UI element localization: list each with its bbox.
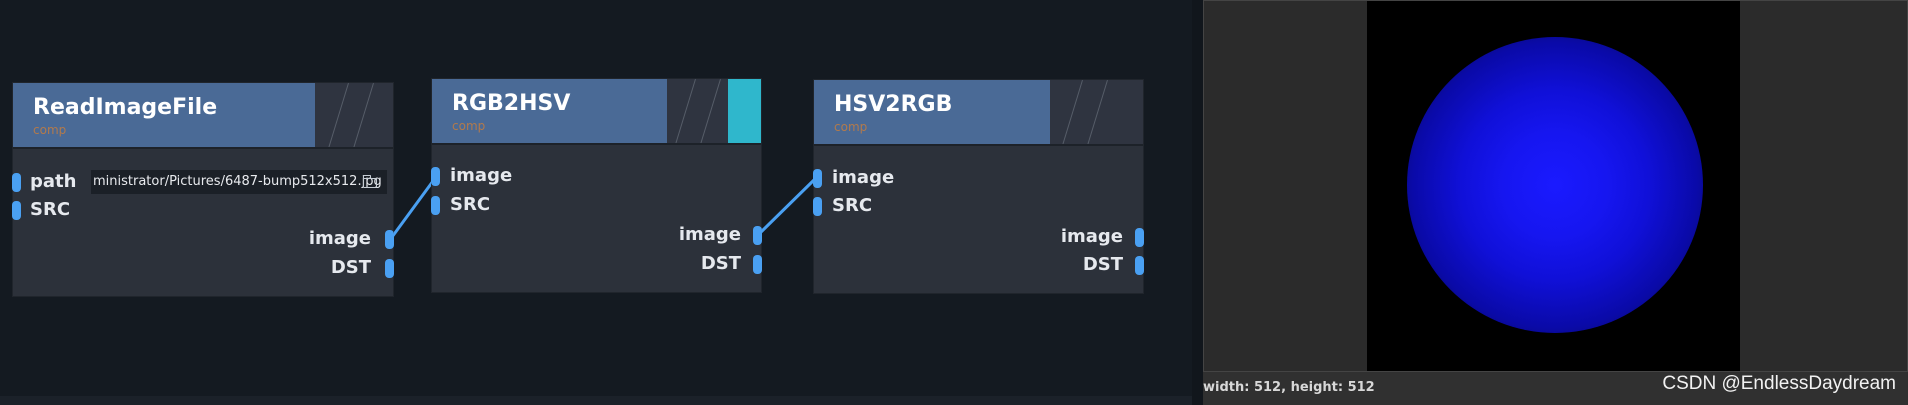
output-port-dst[interactable] (1135, 256, 1144, 275)
image-dimensions-label: width: 512, height: 512 (1203, 380, 1375, 395)
port-label-dst: DST (700, 253, 741, 274)
port-label-image: image (308, 228, 371, 249)
watermark: CSDN @EndlessDaydream (1662, 373, 1896, 394)
output-port-dst[interactable] (385, 259, 394, 278)
node-category: comp (33, 123, 67, 137)
port-label-dst: DST (330, 257, 371, 278)
header-cap (315, 83, 393, 147)
blue-sphere-image (1407, 37, 1703, 333)
port-label-dst: DST (1082, 254, 1123, 275)
node-title: HSV2RGB (834, 92, 953, 117)
canvas-bottom-strip (0, 396, 1192, 405)
node-rgb2hsv[interactable]: RGB2HSV comp image SRC image DST (431, 78, 762, 293)
node-header[interactable]: ReadImageFile comp (13, 83, 393, 149)
output-port-image[interactable] (1135, 228, 1144, 247)
node-header[interactable]: HSV2RGB comp (814, 80, 1143, 146)
input-port-image[interactable] (813, 169, 822, 188)
input-port-image[interactable] (431, 167, 440, 186)
node-header[interactable]: RGB2HSV comp (432, 79, 761, 145)
input-port-path[interactable] (12, 173, 21, 192)
port-label-src: SRC (450, 194, 491, 215)
node-category: comp (452, 119, 486, 133)
node-title: RGB2HSV (452, 91, 571, 116)
path-value: ministrator/Pictures/6487-bump512x512.jp… (93, 174, 382, 189)
input-port-src[interactable] (431, 196, 440, 215)
port-label-image-out: image (678, 224, 741, 245)
preview-image (1367, 1, 1740, 371)
folder-icon[interactable] (363, 175, 377, 188)
image-preview-panel (1203, 0, 1908, 405)
output-port-image[interactable] (385, 230, 394, 249)
port-label-image: image (450, 165, 513, 186)
node-title: ReadImageFile (33, 95, 218, 120)
node-category: comp (834, 120, 868, 134)
preview-frame (1203, 0, 1908, 372)
header-accent (728, 79, 761, 143)
port-label-image: image (832, 167, 895, 188)
node-readimagefile[interactable]: ReadImageFile comp path SRC ministrator/… (12, 82, 394, 297)
port-label-image-out: image (1060, 226, 1123, 247)
panel-separator[interactable] (1192, 0, 1203, 405)
input-port-src[interactable] (813, 197, 822, 216)
output-port-image[interactable] (753, 226, 762, 245)
port-label-src: SRC (832, 195, 873, 216)
output-port-dst[interactable] (753, 255, 762, 274)
port-label-src: SRC (30, 199, 71, 220)
port-label-path: path (30, 171, 77, 192)
path-input[interactable]: ministrator/Pictures/6487-bump512x512.jp… (91, 170, 387, 194)
node-hsv2rgb[interactable]: HSV2RGB comp image SRC image DST (813, 79, 1144, 294)
input-port-src[interactable] (12, 201, 21, 220)
